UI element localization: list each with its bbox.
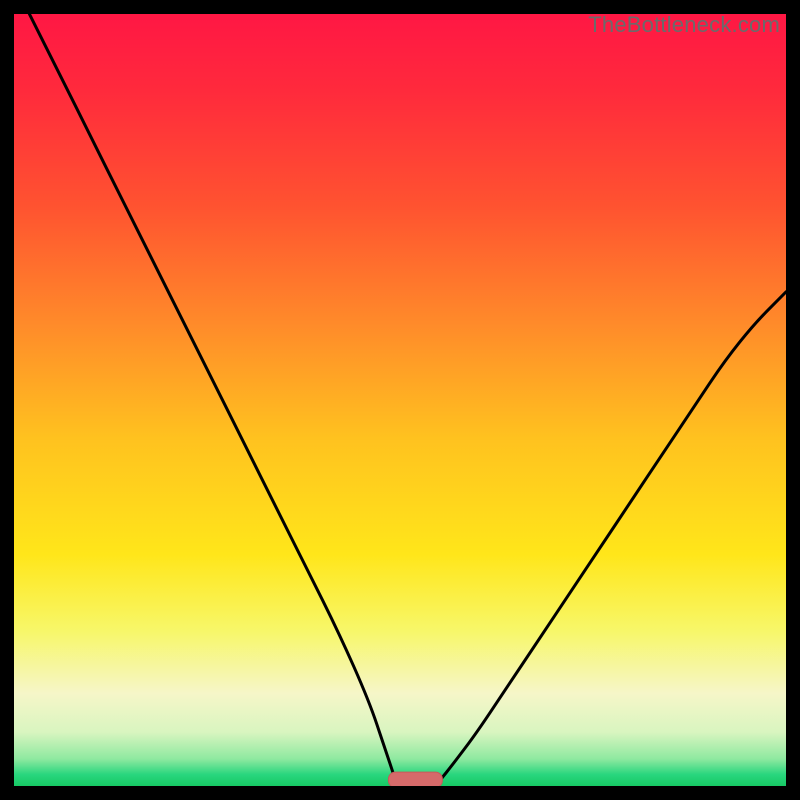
watermark-label: TheBottleneck.com — [588, 12, 780, 38]
chart-svg — [14, 14, 786, 786]
gradient-background — [14, 14, 786, 786]
chart-frame: TheBottleneck.com — [14, 14, 786, 786]
optimal-marker — [388, 772, 442, 786]
